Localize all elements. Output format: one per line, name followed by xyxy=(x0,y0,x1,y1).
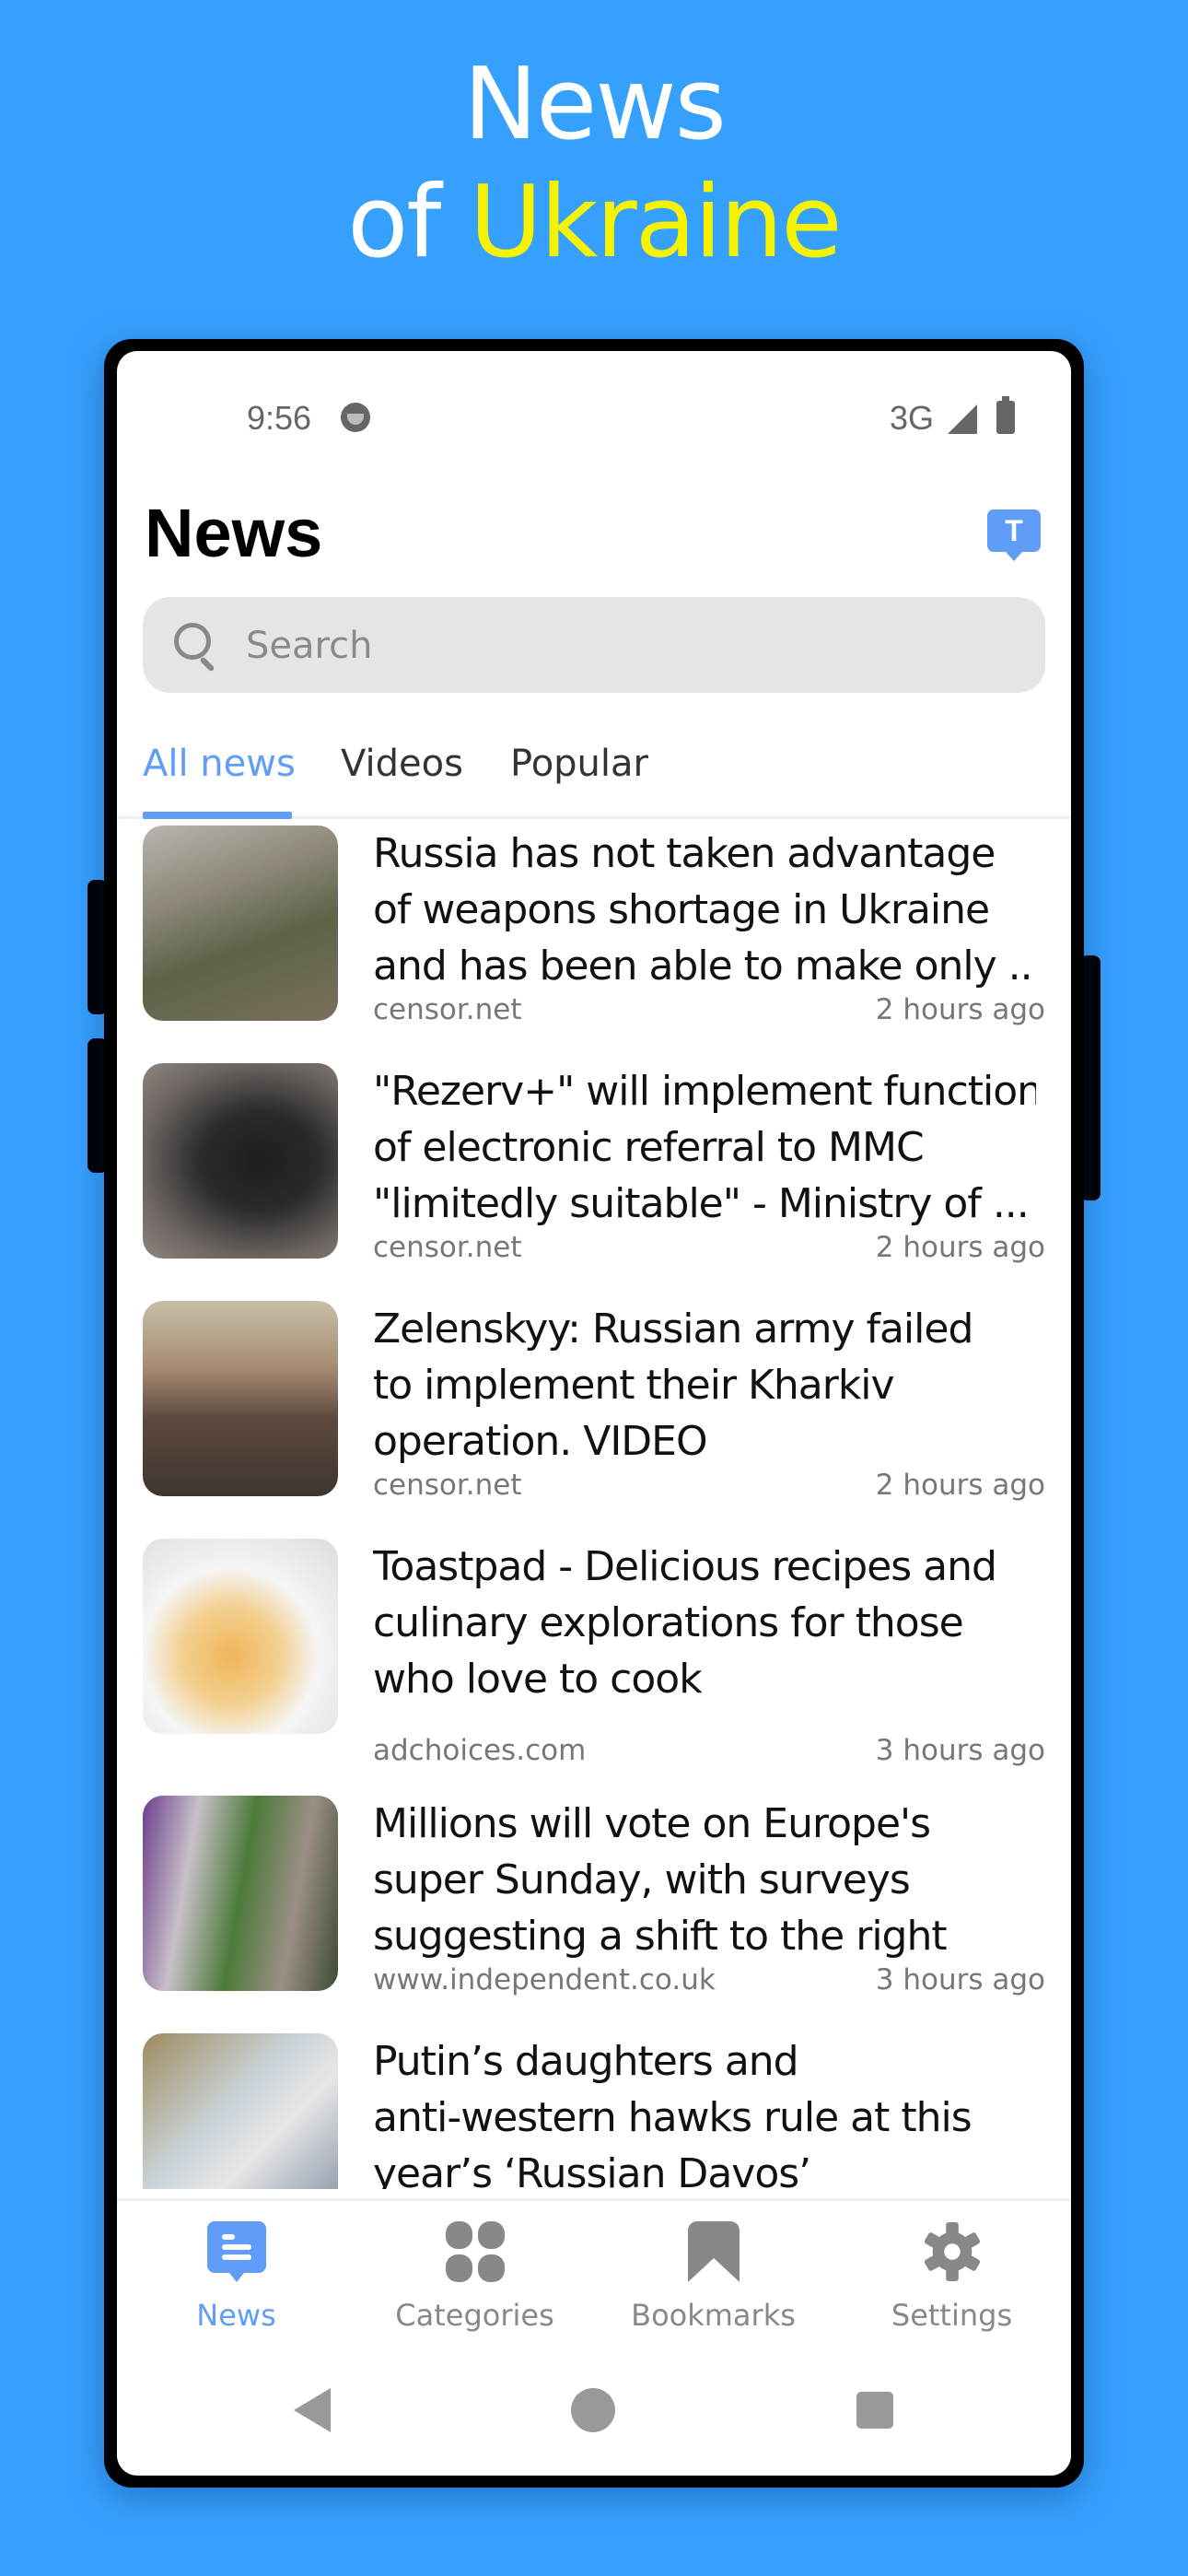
article-thumbnail xyxy=(143,2033,338,2189)
news-item[interactable]: Toastpad - Delicious recipes and culinar… xyxy=(117,1539,1071,1776)
tab-all-news[interactable]: All news xyxy=(143,743,296,785)
article-thumbnail xyxy=(143,1539,338,1734)
recent-apps-icon[interactable] xyxy=(856,2392,893,2429)
nav-bookmarks[interactable]: Bookmarks xyxy=(594,2201,833,2376)
signal-icon xyxy=(948,404,977,434)
back-icon[interactable] xyxy=(294,2388,331,2432)
promo-line-1: News xyxy=(463,47,727,162)
article-thumbnail xyxy=(143,825,338,1021)
page-title: News xyxy=(145,495,323,571)
nav-news[interactable]: News xyxy=(117,2201,355,2376)
promo-line-2: of Ukraine xyxy=(0,164,1188,282)
phone-frame: 9:56 3G News T All news Videos Popular R… xyxy=(104,339,1084,2488)
article-source: adchoices.com xyxy=(373,1734,587,1767)
search-bar[interactable] xyxy=(143,597,1045,695)
network-type: 3G xyxy=(890,399,935,437)
news-item[interactable]: Millions will vote on Europe's super Sun… xyxy=(117,1796,1071,2033)
article-time: 3 hours ago xyxy=(875,1963,1045,1996)
search-icon xyxy=(174,623,211,660)
grid-icon xyxy=(446,2221,505,2282)
tab-popular[interactable]: Popular xyxy=(510,743,648,785)
gear-icon xyxy=(924,2222,981,2281)
bookmark-icon xyxy=(688,2221,740,2282)
nav-categories[interactable]: Categories xyxy=(355,2201,594,2376)
bottom-navigation: News Categories Bookmarks Settings xyxy=(117,2198,1071,2376)
news-list[interactable]: Russia has not taken advantage of weapon… xyxy=(117,825,1071,2189)
nav-categories-label: Categories xyxy=(395,2298,554,2333)
article-time: 2 hours ago xyxy=(875,1231,1045,1264)
tab-bar: All news Videos Popular xyxy=(117,724,1071,819)
tab-videos[interactable]: Videos xyxy=(341,743,463,785)
article-headline: "Rezerv+" will implement function of ele… xyxy=(373,1068,1036,1227)
nav-bookmarks-label: Bookmarks xyxy=(631,2298,796,2333)
promo-heading: News of Ukraine xyxy=(0,46,1188,282)
news-item[interactable]: "Rezerv+" will implement function of ele… xyxy=(117,1063,1071,1301)
status-time: 9:56 xyxy=(247,399,312,437)
notification-face-icon xyxy=(341,403,370,432)
promo-line-2-prefix: of xyxy=(347,165,470,280)
nav-settings[interactable]: Settings xyxy=(833,2201,1071,2376)
nav-news-label: News xyxy=(196,2298,276,2333)
article-headline: Zelenskyy: Russian army failed to implem… xyxy=(373,1306,973,1465)
search-input[interactable] xyxy=(244,597,1021,695)
article-headline: Russia has not taken advantage of weapon… xyxy=(373,830,1036,989)
promo-accent-word: Ukraine xyxy=(469,165,843,280)
article-headline: Putin’s daughters and anti-western hawks… xyxy=(373,2038,973,2189)
article-thumbnail xyxy=(143,1796,338,1991)
nav-settings-label: Settings xyxy=(891,2298,1013,2333)
phone-screen: 9:56 3G News T All news Videos Popular R… xyxy=(117,351,1071,2476)
article-headline: Millions will vote on Europe's super Sun… xyxy=(373,1800,948,1960)
article-source: censor.net xyxy=(373,1469,522,1502)
article-headline: Toastpad - Delicious recipes and culinar… xyxy=(373,1543,997,1703)
status-bar: 9:56 3G xyxy=(117,388,1071,452)
translate-button[interactable]: T xyxy=(987,509,1041,561)
active-tab-indicator xyxy=(143,812,292,819)
article-source: censor.net xyxy=(373,1231,522,1264)
translate-icon: T xyxy=(1005,514,1023,547)
article-thumbnail xyxy=(143,1063,338,1259)
system-navigation-bar xyxy=(117,2373,1071,2476)
news-item[interactable]: Zelenskyy: Russian army failed to implem… xyxy=(117,1301,1071,1539)
article-time: 3 hours ago xyxy=(875,1734,1045,1767)
news-item[interactable]: Putin’s daughters and anti-western hawks… xyxy=(117,2033,1071,2189)
news-item[interactable]: Russia has not taken advantage of weapon… xyxy=(117,825,1071,1063)
article-time: 2 hours ago xyxy=(875,993,1045,1026)
article-thumbnail xyxy=(143,1301,338,1496)
battery-icon xyxy=(996,396,1015,434)
news-bubble-icon xyxy=(207,2221,266,2282)
article-source: www.independent.co.uk xyxy=(373,1963,716,1996)
home-icon[interactable] xyxy=(571,2388,615,2432)
article-source: censor.net xyxy=(373,993,522,1026)
article-time: 2 hours ago xyxy=(875,1469,1045,1502)
